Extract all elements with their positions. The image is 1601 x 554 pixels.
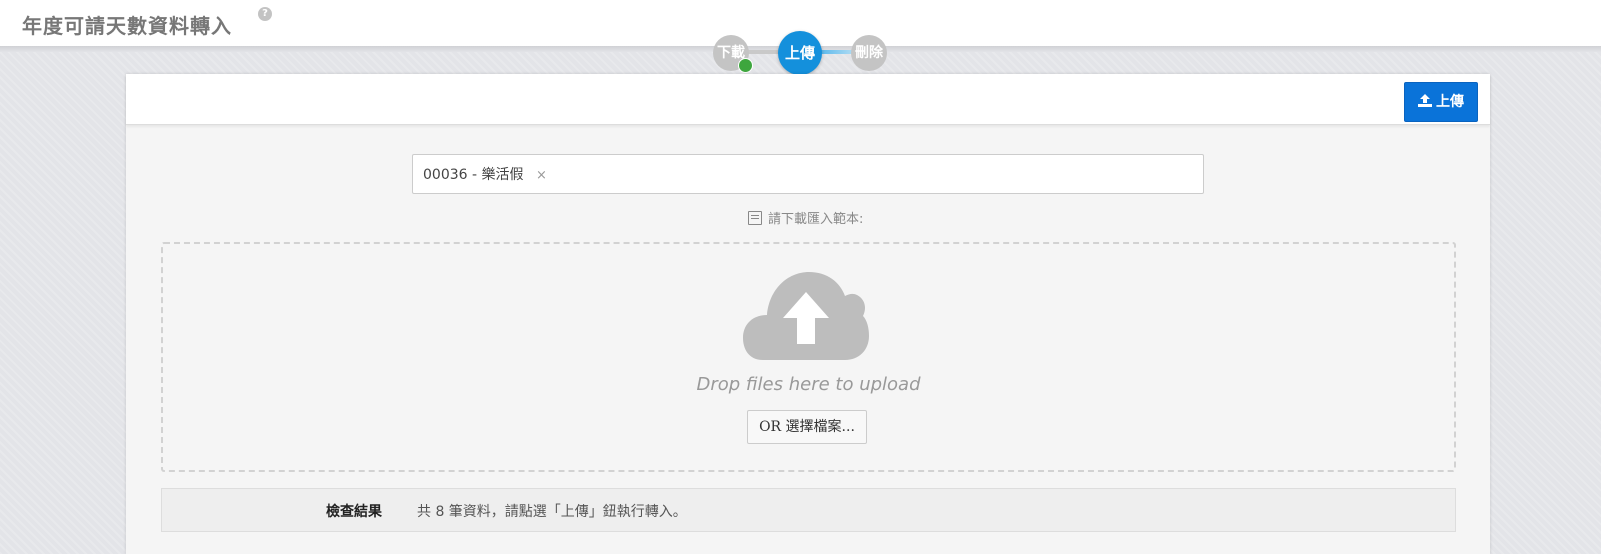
- check-result-row: 檢查結果 共 8 筆資料，請點選「上傳」鈕執行轉入。: [161, 488, 1456, 532]
- dropzone-message: Drop files here to upload: [696, 374, 921, 395]
- selected-tag: 00036 - 樂活假 ×: [423, 164, 547, 184]
- step-complete-icon: [738, 58, 753, 73]
- leave-type-select[interactable]: 00036 - 樂活假 ×: [412, 154, 1204, 194]
- upload-button-label: 上傳: [1436, 94, 1464, 110]
- document-icon: [748, 211, 762, 225]
- step-upload[interactable]: 上傳: [778, 31, 822, 75]
- help-icon[interactable]: ?: [258, 7, 272, 21]
- template-hint-text: 請下載匯入範本:: [768, 212, 864, 227]
- panel-toolbar: 上傳: [126, 74, 1490, 125]
- check-result-label: 檢查結果: [326, 504, 382, 520]
- upload-button[interactable]: 上傳: [1404, 82, 1478, 122]
- upload-icon: [1418, 83, 1432, 121]
- choose-file-button[interactable]: OR 選擇檔案...: [747, 410, 867, 444]
- main-panel: 上傳 假別* 00036 - 樂活假 × 請下載匯入範本: Drop files…: [126, 74, 1490, 554]
- file-dropzone[interactable]: Drop files here to upload OR 選擇檔案...: [161, 242, 1456, 472]
- tag-remove-icon[interactable]: ×: [536, 168, 547, 183]
- check-result-text: 共 8 筆資料，請點選「上傳」鈕執行轉入。: [417, 504, 687, 520]
- step-delete[interactable]: 刪除: [851, 35, 887, 71]
- cloud-upload-icon: [743, 272, 869, 360]
- selected-tag-label: 00036 - 樂活假: [423, 167, 524, 183]
- page-title: 年度可請天數資料轉入: [22, 14, 232, 38]
- template-download-link[interactable]: 請下載匯入範本:: [748, 208, 863, 227]
